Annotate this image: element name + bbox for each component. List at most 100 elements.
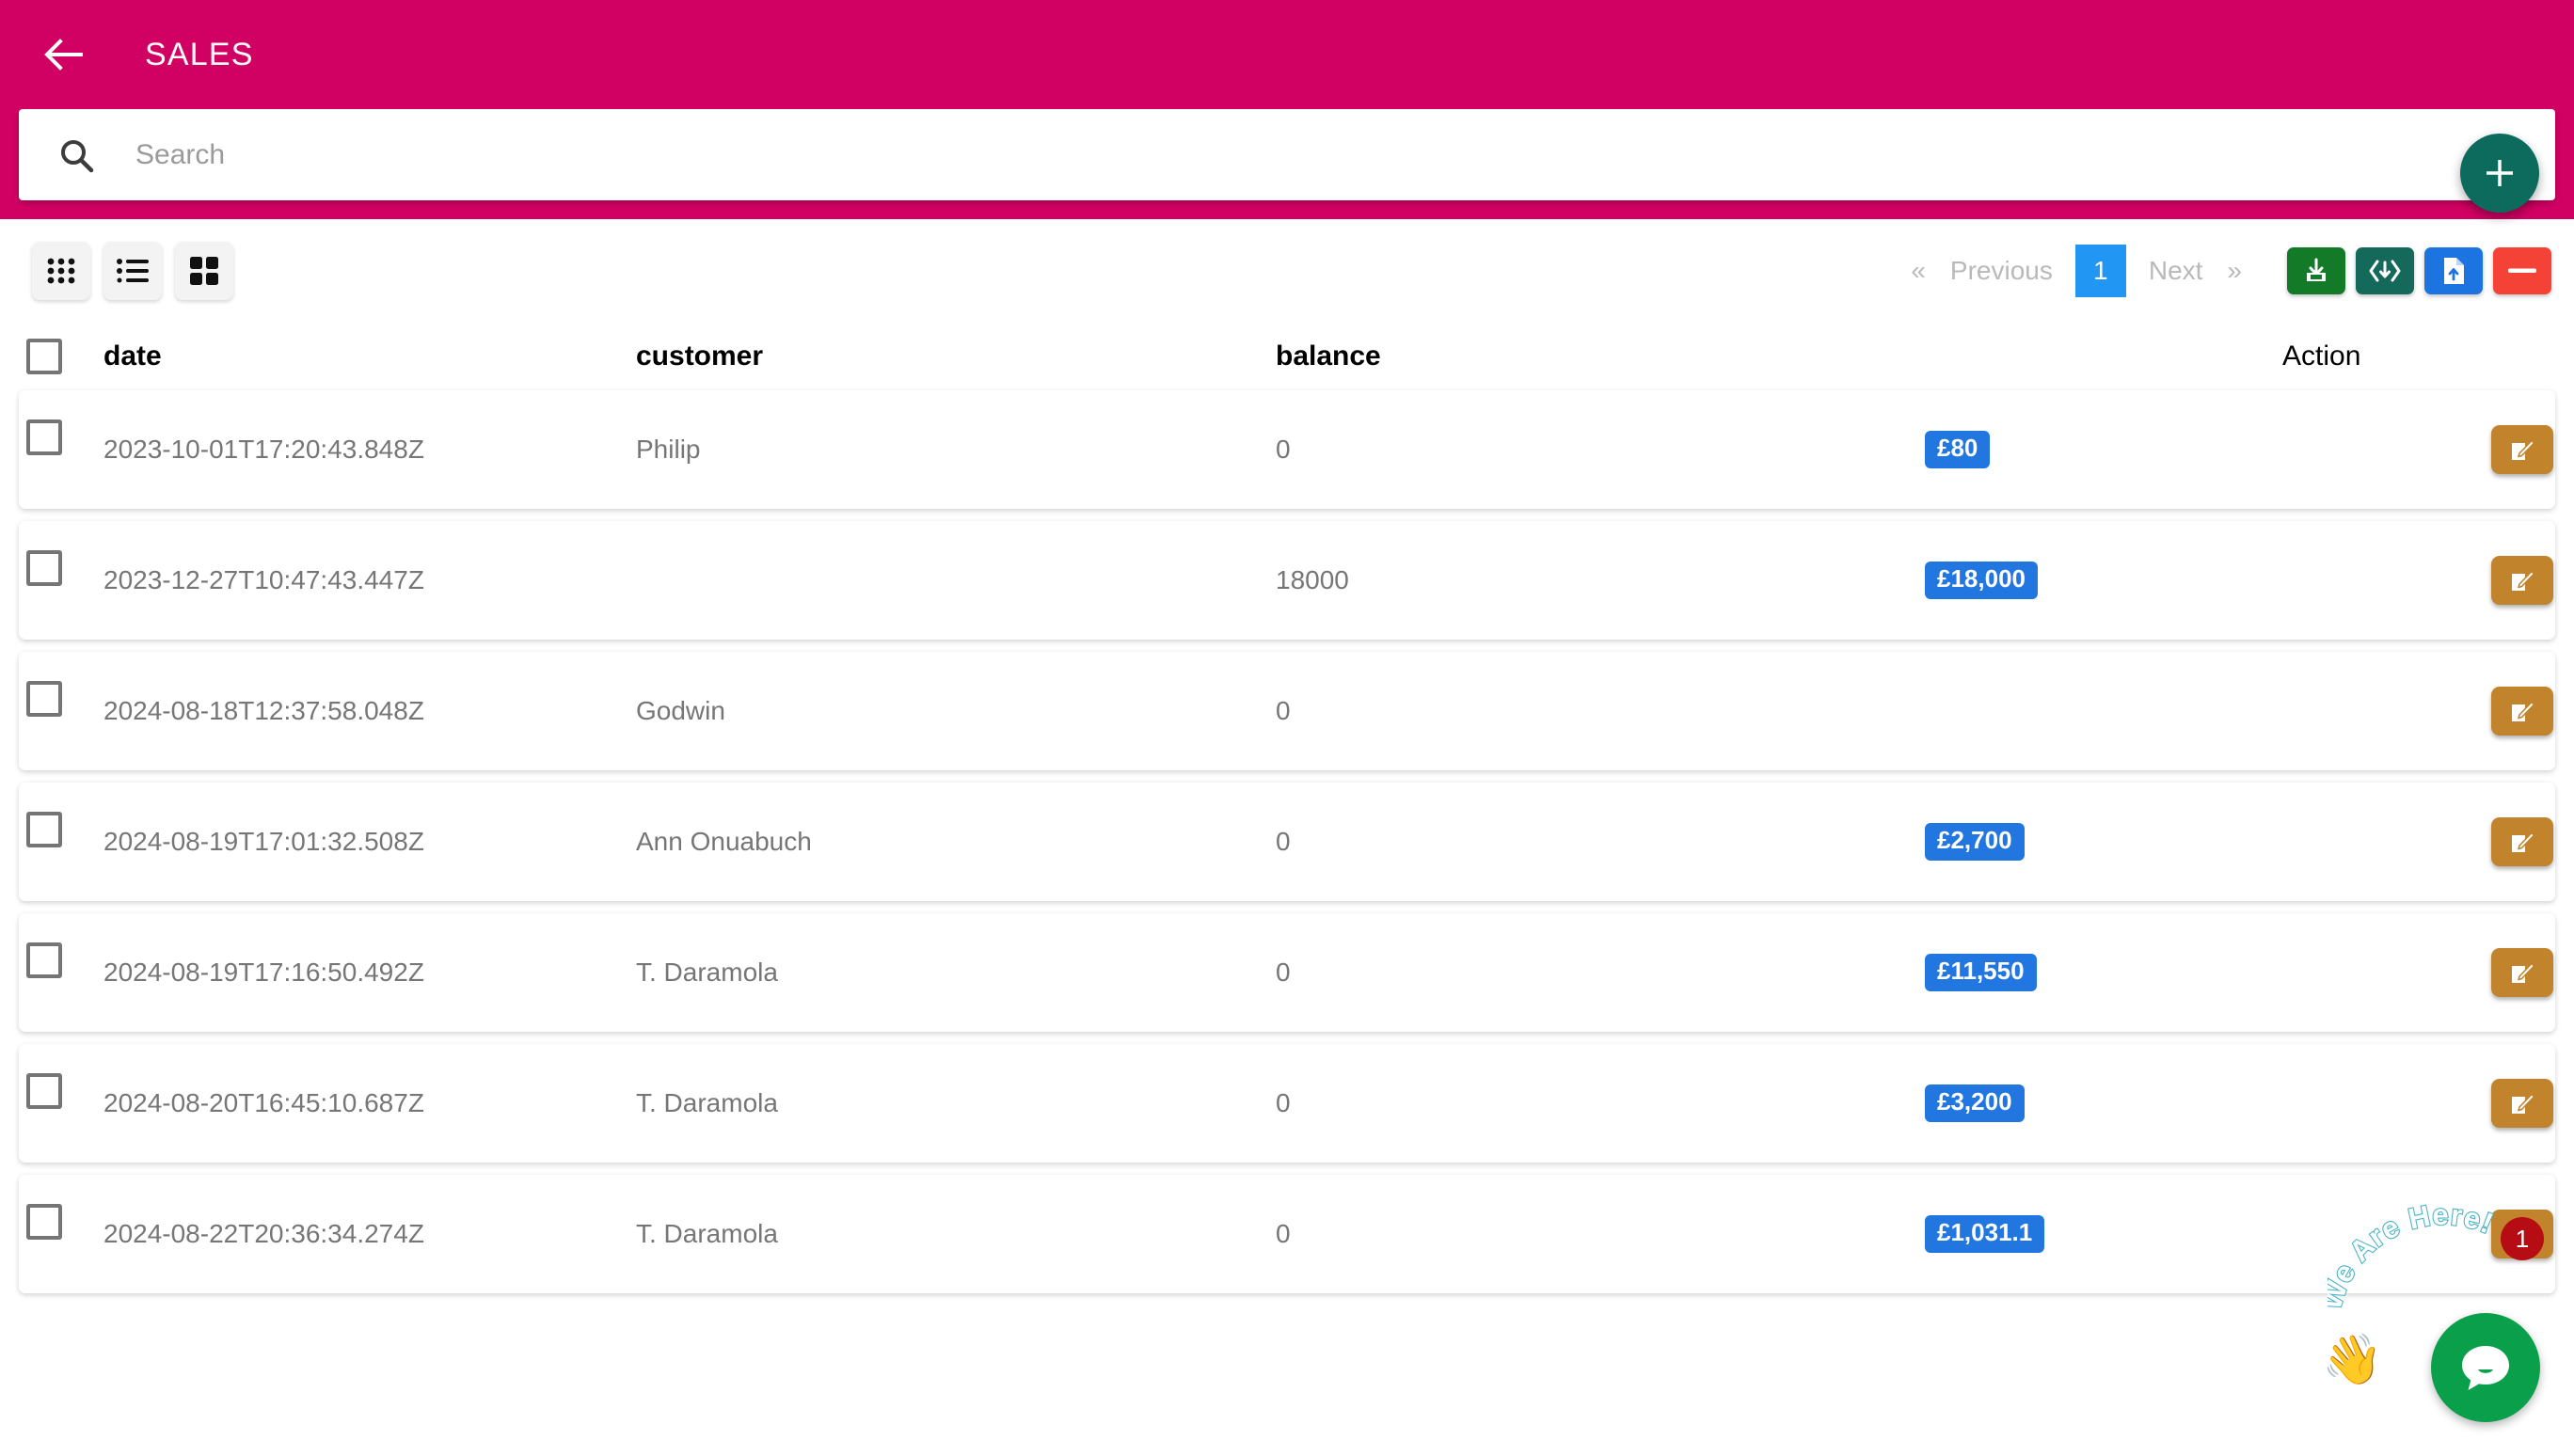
plus-icon: [2487, 160, 2513, 186]
file-upload-icon: [2444, 258, 2464, 284]
row-checkbox[interactable]: [26, 1073, 62, 1109]
page-title: SALES: [145, 36, 254, 72]
table-row[interactable]: 2024-08-19T17:16:50.492Z T. Daramola 0 £11,…: [19, 913, 2555, 1032]
table-row[interactable]: 2024-08-18T12:37:58.048Z Godwin 0: [19, 652, 2555, 770]
cell-balance: 0: [1276, 827, 1291, 856]
row-checkbox[interactable]: [26, 550, 62, 586]
cell-amount: £80: [1925, 431, 2282, 468]
cell-balance: 0: [1276, 435, 1291, 464]
svg-text:We Are Here!: We Are Here!: [2328, 1202, 2499, 1313]
pagination-last[interactable]: »: [2216, 256, 2253, 286]
pagination-next[interactable]: Next: [2136, 256, 2216, 286]
cell-date: 2024-08-22T20:36:34.274Z: [103, 1219, 424, 1248]
table-row[interactable]: 2024-08-22T20:36:34.274Z T. Daramola 0 £1,0…: [19, 1175, 2555, 1293]
pagination-page-1[interactable]: 1: [2074, 245, 2126, 297]
table-row[interactable]: 2024-08-20T16:45:10.687Z T. Daramola 0 £3,2…: [19, 1044, 2555, 1163]
delete-button[interactable]: [2493, 247, 2551, 294]
minus-icon: [2508, 268, 2536, 273]
row-checkbox[interactable]: [26, 942, 62, 978]
amount-badge: £1,031.1: [1925, 1215, 2045, 1253]
edit-button[interactable]: [2491, 556, 2553, 605]
cell-customer: T. Daramola: [636, 1088, 778, 1117]
table-row[interactable]: 2024-08-19T17:01:32.508Z Ann Onuabuch 0 £2,…: [19, 783, 2555, 901]
export-code-button[interactable]: [2356, 247, 2414, 294]
cell-balance: 0: [1276, 957, 1291, 987]
edit-icon: [2512, 570, 2535, 591]
back-button[interactable]: [32, 22, 98, 87]
amount-badge: £80: [1925, 431, 1991, 468]
select-all-checkbox[interactable]: [26, 339, 62, 374]
cell-action: [2282, 1079, 2555, 1128]
arrow-left-icon: [44, 39, 83, 71]
amount-badge: £18,000: [1925, 562, 2038, 599]
cell-balance: 0: [1276, 1219, 1291, 1248]
cell-balance: 18000: [1276, 565, 1349, 594]
row-checkbox[interactable]: [26, 681, 62, 717]
list-icon: [117, 259, 149, 283]
column-header-date[interactable]: date: [62, 340, 636, 372]
amount-badge: £3,200: [1925, 1084, 2025, 1122]
grid-squares-icon: [190, 257, 218, 285]
cell-action: [2282, 817, 2555, 866]
column-header-customer[interactable]: customer: [636, 340, 1276, 372]
cell-date: 2023-12-27T10:47:43.447Z: [103, 565, 424, 594]
chat-open-button[interactable]: [2431, 1313, 2540, 1422]
search-box: [19, 109, 2555, 200]
waving-hand-icon: 👋: [2322, 1333, 2383, 1387]
cell-customer: Ann Onuabuch: [636, 827, 812, 856]
sales-table: date customer balance Action 2023-10-01T…: [0, 323, 2574, 1293]
table-row[interactable]: 2023-10-01T17:20:43.848Z Philip 0 £80: [19, 390, 2555, 509]
cell-action: [2282, 556, 2555, 605]
pagination-first[interactable]: «: [1899, 256, 1937, 286]
edit-button[interactable]: [2491, 1079, 2553, 1128]
column-header-action: Action: [2282, 340, 2361, 372]
row-checkbox[interactable]: [26, 1204, 62, 1240]
edit-icon: [2512, 831, 2535, 852]
cell-amount: £2,700: [1925, 823, 2282, 861]
cell-amount: £18,000: [1925, 562, 2282, 599]
edit-button[interactable]: [2491, 948, 2553, 997]
cell-balance: 0: [1276, 696, 1291, 725]
view-mode-grid-dots[interactable]: [32, 242, 90, 300]
cell-date: 2024-08-19T17:16:50.492Z: [103, 957, 424, 987]
toolbar-right: « Previous 1 Next »: [1899, 245, 2551, 297]
cell-date: 2023-10-01T17:20:43.848Z: [103, 435, 424, 464]
edit-icon: [2512, 1093, 2535, 1114]
cell-action: [2282, 425, 2555, 474]
upload-file-button[interactable]: [2424, 247, 2483, 294]
search-band: [0, 109, 2574, 219]
table-row[interactable]: 2023-12-27T10:47:43.447Z 18000 £18,000: [19, 521, 2555, 640]
cell-customer: T. Daramola: [636, 957, 778, 987]
edit-icon: [2512, 962, 2535, 983]
toolbar: « Previous 1 Next »: [0, 219, 2574, 323]
row-checkbox[interactable]: [26, 812, 62, 847]
view-mode-cards[interactable]: [175, 242, 233, 300]
search-input[interactable]: [134, 126, 2555, 183]
cell-amount: £11,550: [1925, 954, 2282, 991]
cell-balance: 0: [1276, 1088, 1291, 1117]
grid-dots-icon: [47, 258, 75, 284]
code-download-icon: [2369, 260, 2401, 282]
edit-button[interactable]: [2491, 425, 2553, 474]
cell-date: 2024-08-20T16:45:10.687Z: [103, 1088, 424, 1117]
edit-button[interactable]: [2491, 817, 2553, 866]
cell-amount: £3,200: [1925, 1084, 2282, 1122]
column-header-balance[interactable]: balance: [1276, 340, 1925, 372]
edit-button[interactable]: [2491, 687, 2553, 736]
cell-action: [2282, 687, 2555, 736]
view-mode-list[interactable]: [103, 242, 162, 300]
cell-date: 2024-08-19T17:01:32.508Z: [103, 827, 424, 856]
search-icon: [58, 137, 94, 173]
edit-icon: [2512, 701, 2535, 721]
table-header-row: date customer balance Action: [19, 323, 2555, 390]
add-button[interactable]: [2460, 134, 2539, 213]
amount-badge: £2,700: [1925, 823, 2025, 861]
amount-badge: £11,550: [1925, 954, 2037, 991]
row-checkbox[interactable]: [26, 419, 62, 455]
download-icon: [2307, 258, 2326, 281]
pagination-previous[interactable]: Previous: [1937, 256, 2066, 286]
cell-customer: T. Daramola: [636, 1219, 778, 1248]
download-button[interactable]: [2287, 247, 2345, 294]
view-mode-toggles: [32, 242, 233, 300]
action-buttons: [2287, 247, 2551, 294]
